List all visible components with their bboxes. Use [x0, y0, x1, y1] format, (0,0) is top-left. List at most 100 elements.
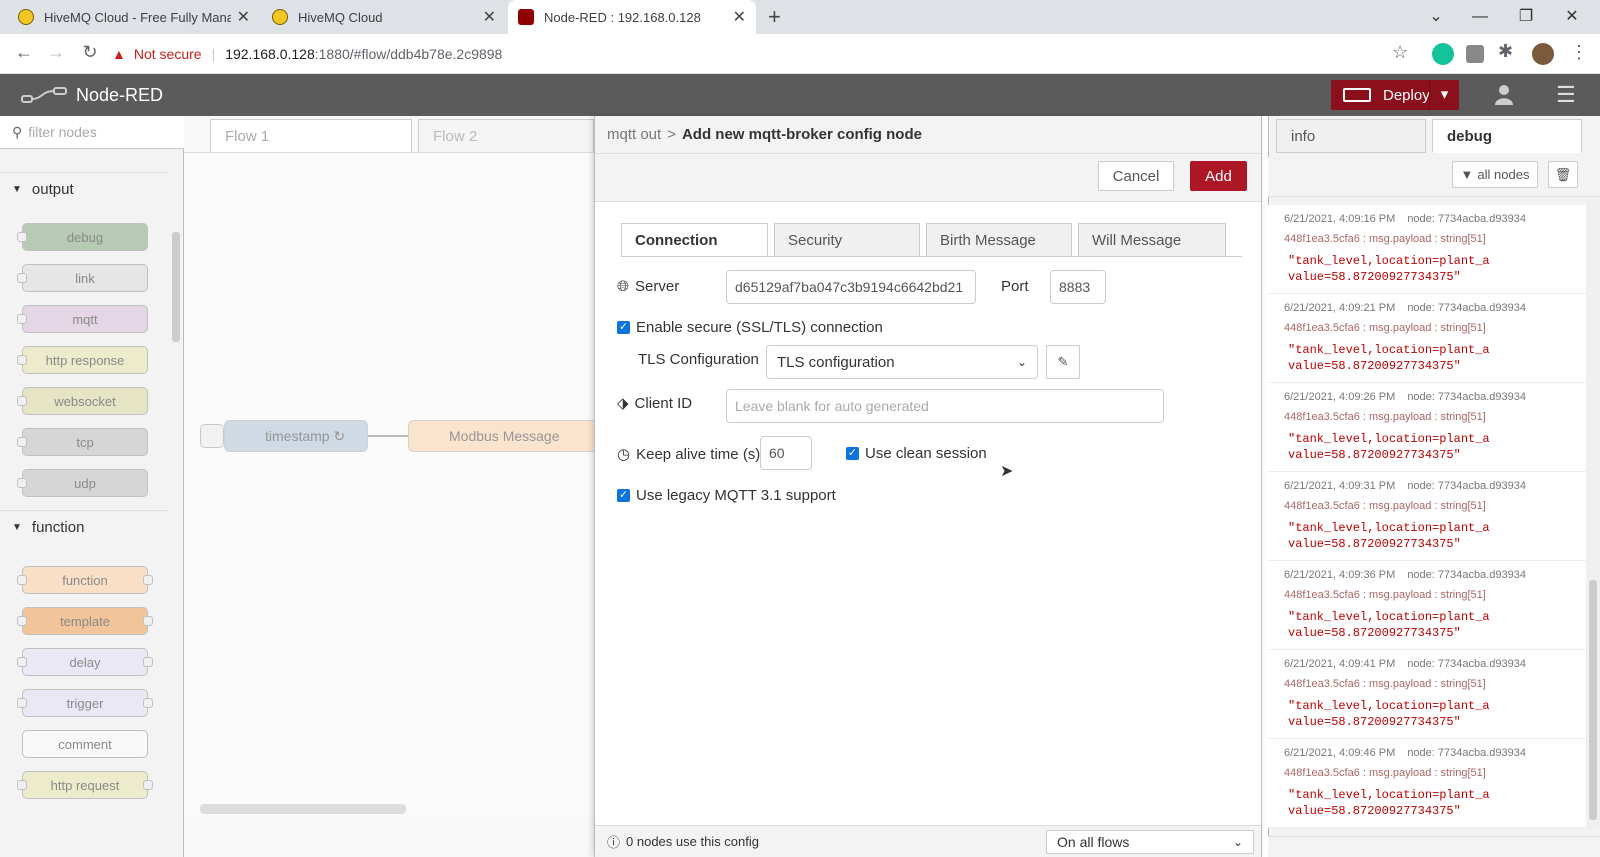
- palette-category-output[interactable]: ▼ output: [0, 172, 168, 206]
- back-icon[interactable]: ←: [12, 42, 36, 63]
- tab-connection[interactable]: Connection: [621, 223, 768, 257]
- flow-wire: [368, 435, 408, 437]
- maximize-icon[interactable]: ❐: [1506, 4, 1546, 30]
- close-tab-icon[interactable]: ✕: [237, 7, 250, 27]
- tab-birth-message[interactable]: Birth Message: [926, 223, 1072, 257]
- tab-debug[interactable]: debug: [1432, 119, 1582, 153]
- debug-message[interactable]: 6/21/2021, 4:09:36 PM node: 7734acba.d939…: [1268, 561, 1586, 650]
- debug-message[interactable]: 6/21/2021, 4:09:31 PM node: 7734acba.d939…: [1268, 472, 1586, 561]
- palette-node-template[interactable]: template: [17, 607, 153, 635]
- clean-session-checkbox[interactable]: ✓: [846, 447, 859, 460]
- tab-flow-2[interactable]: Flow 2: [418, 119, 594, 152]
- close-window-icon[interactable]: ✕: [1552, 4, 1592, 30]
- debug-filter-button[interactable]: ▼ all nodes: [1452, 161, 1538, 188]
- add-button[interactable]: Add: [1190, 161, 1247, 191]
- msg-topic: 448f1ea3.5cfa6 : msg.payload : string[51…: [1284, 500, 1486, 512]
- palette-filter[interactable]: ⚲ filter nodes: [0, 116, 184, 149]
- node-label: delay: [69, 654, 101, 670]
- palette-node-tcp[interactable]: tcp: [17, 428, 148, 456]
- browser-tab[interactable]: HiveMQ Cloud ✕: [262, 0, 506, 34]
- extensions-puzzle-icon[interactable]: ✱: [1498, 41, 1513, 62]
- breadcrumb-parent[interactable]: mqtt out: [607, 126, 661, 143]
- flow-canvas[interactable]: [184, 152, 594, 817]
- port-input[interactable]: 8883: [1050, 270, 1106, 304]
- clear-debug-button[interactable]: 🗑︎: [1548, 161, 1578, 188]
- msg-node: node: 7734acba.d93934: [1407, 391, 1526, 403]
- tab-info[interactable]: info: [1276, 119, 1426, 153]
- tls-checkbox[interactable]: ✓: [617, 321, 630, 334]
- palette-node-comment[interactable]: comment: [22, 730, 148, 758]
- client-id-input[interactable]: Leave blank for auto generated: [726, 389, 1164, 423]
- msg-node: node: 7734acba.d93934: [1407, 569, 1526, 581]
- bookmark-star-icon[interactable]: ☆: [1392, 42, 1408, 63]
- flow-node-inject[interactable]: timestamp ↻: [224, 420, 368, 452]
- debug-message[interactable]: 6/21/2021, 4:09:41 PM node: 7734acba.d939…: [1268, 650, 1586, 739]
- palette-node-udp[interactable]: udp: [17, 469, 148, 497]
- flow-node-function[interactable]: Modbus Message: [408, 420, 594, 452]
- browser-tab[interactable]: HiveMQ Cloud - Free Fully Mana ✕: [8, 0, 260, 34]
- palette-scrollbar[interactable]: [170, 156, 182, 816]
- main-menu-icon[interactable]: ☰: [1556, 82, 1576, 108]
- cancel-button[interactable]: Cancel: [1098, 161, 1174, 191]
- forward-icon[interactable]: →: [44, 42, 68, 63]
- grammarly-extension-icon[interactable]: [1432, 43, 1454, 65]
- legacy-row: ✓ Use legacy MQTT 3.1 support: [617, 487, 836, 504]
- palette-node-mqtt[interactable]: mqtt: [17, 305, 148, 333]
- palette-node-debug[interactable]: debug: [17, 223, 148, 251]
- node-red-logo: Node-RED: [20, 84, 163, 106]
- keepalive-input[interactable]: 60: [760, 436, 812, 470]
- browser-menu-icon[interactable]: ⋮: [1570, 42, 1588, 63]
- palette-node-http-request[interactable]: http request: [17, 771, 153, 799]
- palette-node-trigger[interactable]: trigger: [17, 689, 153, 717]
- palette-node-function[interactable]: function: [17, 566, 153, 594]
- info-icon: ⓘ: [607, 835, 621, 850]
- tag-icon: ⬗: [617, 395, 629, 412]
- tab-will-message[interactable]: Will Message: [1078, 223, 1226, 257]
- client-id-label: ⬗ Client ID: [617, 394, 693, 413]
- msg-value-line: "tank_level,location=plant_a: [1288, 521, 1490, 535]
- tab-security[interactable]: Security: [774, 223, 920, 257]
- palette-node-delay[interactable]: delay: [17, 648, 153, 676]
- node-label: trigger: [66, 695, 104, 711]
- tls-config-select[interactable]: TLS configuration ⌄: [766, 345, 1038, 379]
- edit-tls-config-button[interactable]: ✎: [1046, 345, 1080, 379]
- user-icon[interactable]: [1494, 84, 1514, 106]
- url-path: :1880/#flow/ddb4b78e.2c9898: [314, 46, 503, 62]
- new-tab-icon[interactable]: +: [768, 4, 781, 30]
- msg-value-line: value=58.87200927734375": [1288, 804, 1461, 818]
- close-tab-icon[interactable]: ✕: [733, 7, 746, 27]
- node-label: udp: [74, 475, 96, 491]
- palette-node-link[interactable]: link: [17, 264, 148, 292]
- scope-select[interactable]: On all flows ⌄: [1046, 830, 1254, 854]
- reload-icon[interactable]: ↻: [78, 42, 102, 63]
- debug-scrollbar[interactable]: [1586, 200, 1600, 830]
- tab-search-icon[interactable]: ⌄: [1416, 4, 1456, 30]
- palette-category-function[interactable]: ▼ function: [0, 510, 168, 544]
- minimize-icon[interactable]: —: [1460, 4, 1500, 30]
- url-field[interactable]: ▲ Not secure | 192.168.0.128 :1880/#flow…: [112, 39, 1412, 69]
- debug-message[interactable]: 6/21/2021, 4:09:46 PM node: 7734acba.d939…: [1268, 739, 1586, 828]
- palette-node-websocket[interactable]: websocket: [17, 387, 148, 415]
- workspace-scrollbar[interactable]: [200, 804, 406, 814]
- close-tab-icon[interactable]: ✕: [483, 7, 496, 27]
- debug-message[interactable]: 6/21/2021, 4:09:21 PM node: 7734acba.d939…: [1268, 294, 1586, 383]
- node-label: websocket: [54, 393, 116, 409]
- tab-underline: [621, 256, 1242, 257]
- palette-node-http-response[interactable]: http response: [17, 346, 148, 374]
- msg-value-line: "tank_level,location=plant_a: [1288, 343, 1490, 357]
- tab-flow-1[interactable]: Flow 1: [210, 119, 412, 152]
- inject-button[interactable]: [200, 424, 224, 448]
- msg-time: 6/21/2021, 4:09:26 PM: [1284, 391, 1396, 403]
- deploy-dropdown-icon[interactable]: ▾: [1429, 80, 1459, 110]
- legacy-checkbox[interactable]: ✓: [617, 489, 630, 502]
- browser-tab-title: HiveMQ Cloud: [298, 9, 383, 25]
- server-input[interactable]: d65129af7ba047c3b9194c6642bd21: [726, 270, 976, 304]
- profile-avatar[interactable]: [1532, 43, 1554, 65]
- debug-message[interactable]: 6/21/2021, 4:09:16 PM node: 7734acba.d939…: [1268, 205, 1586, 294]
- deploy-button[interactable]: Deploy ▾: [1331, 80, 1459, 110]
- extension-icon[interactable]: [1466, 45, 1484, 63]
- browser-tab-active[interactable]: Node-RED : 192.168.0.128 ✕: [508, 0, 756, 34]
- tls-config-label: TLS Configuration: [638, 351, 759, 368]
- node-label: tcp: [76, 434, 94, 450]
- debug-message[interactable]: 6/21/2021, 4:09:26 PM node: 7734acba.d939…: [1268, 383, 1586, 472]
